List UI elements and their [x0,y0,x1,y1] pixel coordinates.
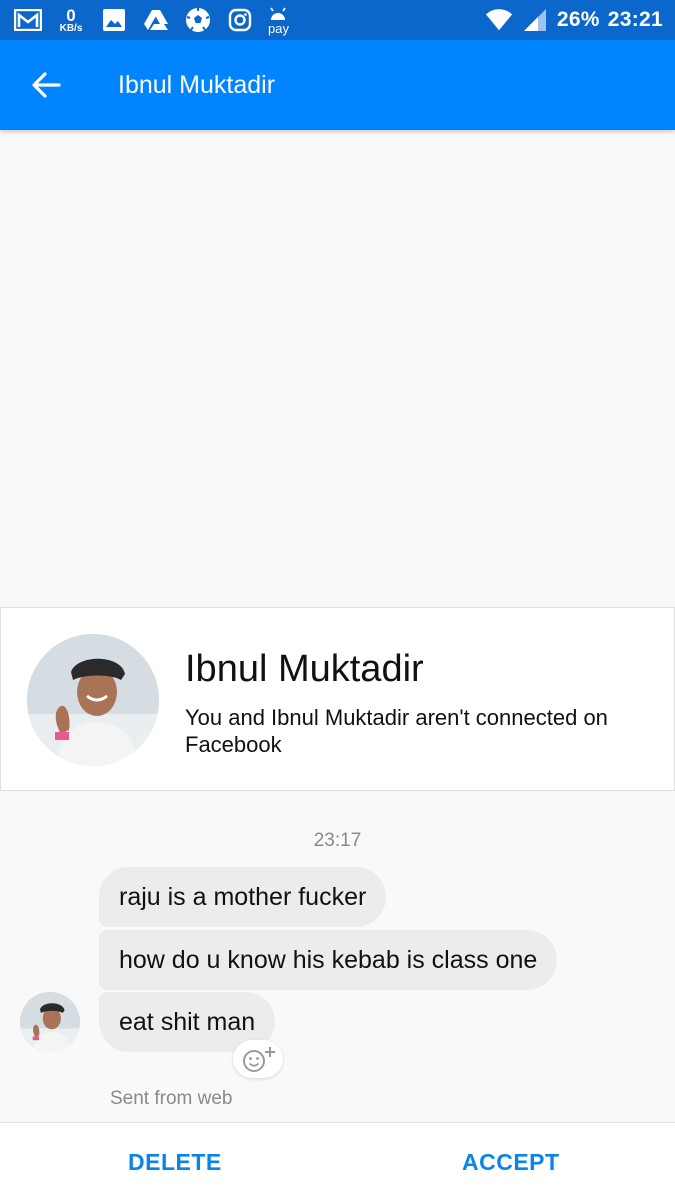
pay-label: pay [268,20,289,36]
soccer-ball-icon [184,6,212,34]
connection-status: You and Ibnul Muktadir aren't connected … [185,705,608,757]
profile-card: Ibnul Muktadir You and Ibnul Muktadir ar… [0,607,675,791]
person-photo [27,634,159,766]
message-request-actions: DELETE ACCEPT [0,1122,675,1200]
back-button[interactable] [18,57,74,113]
smiley-plus-icon [243,1047,275,1072]
message-bubble[interactable]: how do u know his kebab is class one [99,930,558,990]
cell-signal-icon [521,6,549,34]
arrow-left-icon [32,72,61,98]
person-photo [20,992,80,1052]
android-pay-icon: pay [268,6,289,35]
status-bar: 0 KB/s pay 26% 23:21 [0,0,675,40]
toolbar-title: Ibnul Muktadir [118,70,276,99]
network-speed-value: 0 [66,5,76,25]
instagram-icon [226,6,254,34]
profile-name: Ibnul Muktadir [185,648,424,690]
conversation-toolbar: Ibnul Muktadir [0,40,675,130]
gmail-icon [14,6,42,34]
image-icon [100,6,128,34]
network-speed: 0 KB/s [56,7,86,34]
sent-from-label: Sent from web [110,1088,233,1109]
accept-button[interactable]: ACCEPT [462,1123,560,1200]
message-bubble[interactable]: raju is a mother fucker [99,867,387,927]
clock: 23:21 [607,8,663,31]
add-reaction-button[interactable] [233,1040,283,1078]
network-speed-unit: KB/s [59,22,83,34]
battery-level: 26% [556,8,600,31]
profile-avatar[interactable] [27,634,159,766]
sender-avatar[interactable] [20,992,80,1052]
message-timestamp: 23:17 [313,830,362,851]
drive-icon [142,6,170,34]
delete-button[interactable]: DELETE [128,1123,222,1200]
wifi-icon [485,6,513,34]
